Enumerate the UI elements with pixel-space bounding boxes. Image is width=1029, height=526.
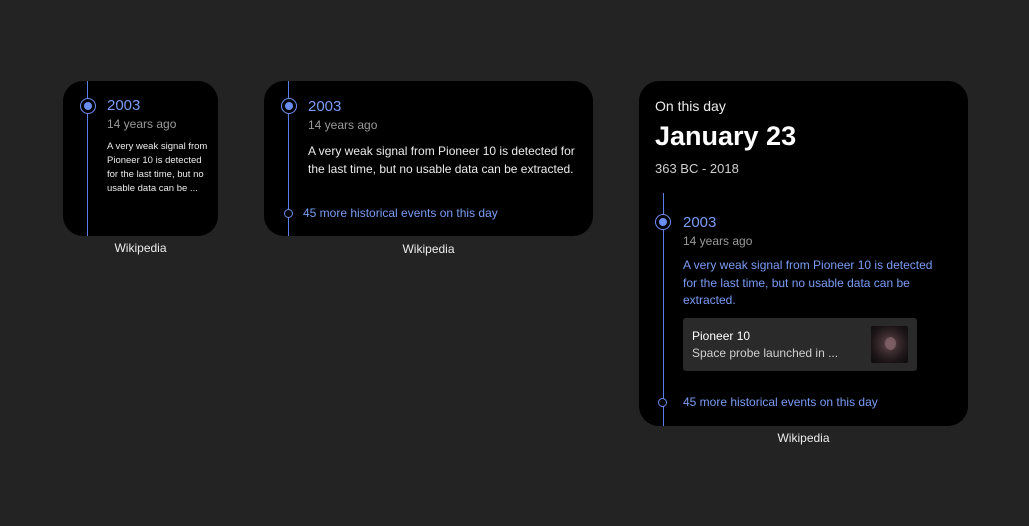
article-subtitle: Space probe launched in ... (692, 346, 839, 360)
event-year: 2003 (308, 98, 342, 115)
medium-widget[interactable]: 2003 14 years ago A very weak signal fro… (264, 81, 593, 236)
event-ago: 14 years ago (308, 118, 378, 132)
date-range: 363 BC - 2018 (655, 161, 739, 176)
event-text: A very weak signal from Pioneer 10 is de… (107, 141, 208, 194)
event-ago: 14 years ago (683, 234, 753, 248)
header-label: On this day (655, 98, 726, 114)
event-text[interactable]: A very weak signal from Pioneer 10 is de… (683, 257, 948, 310)
timeline-end-dot-icon (284, 209, 293, 218)
event-ago: 14 years ago (107, 117, 177, 131)
widget-caption: Wikipedia (402, 242, 455, 256)
widget-caption: Wikipedia (114, 241, 167, 255)
small-widget[interactable]: 2003 14 years ago A very weak signal fro… (63, 81, 218, 236)
timeline-dot-icon (80, 98, 96, 114)
event-year: 2003 (107, 97, 141, 114)
timeline-dot-icon (655, 214, 671, 230)
event-year: 2003 (683, 214, 717, 231)
article-card[interactable]: Pioneer 10 Space probe launched in ... (683, 318, 917, 371)
article-title: Pioneer 10 (692, 329, 751, 343)
more-events-link[interactable]: 45 more historical events on this day (683, 395, 878, 409)
timeline-dot-icon (281, 98, 297, 114)
date-title: January 23 (655, 121, 797, 151)
timeline-end-dot-icon (658, 398, 667, 407)
event-text: A very weak signal from Pioneer 10 is de… (308, 144, 575, 176)
more-events-link[interactable]: 45 more historical events on this day (303, 206, 498, 220)
article-thumbnail (871, 326, 908, 363)
widget-caption: Wikipedia (777, 431, 830, 445)
large-widget[interactable]: On this day January 23 363 BC - 2018 200… (639, 81, 968, 426)
